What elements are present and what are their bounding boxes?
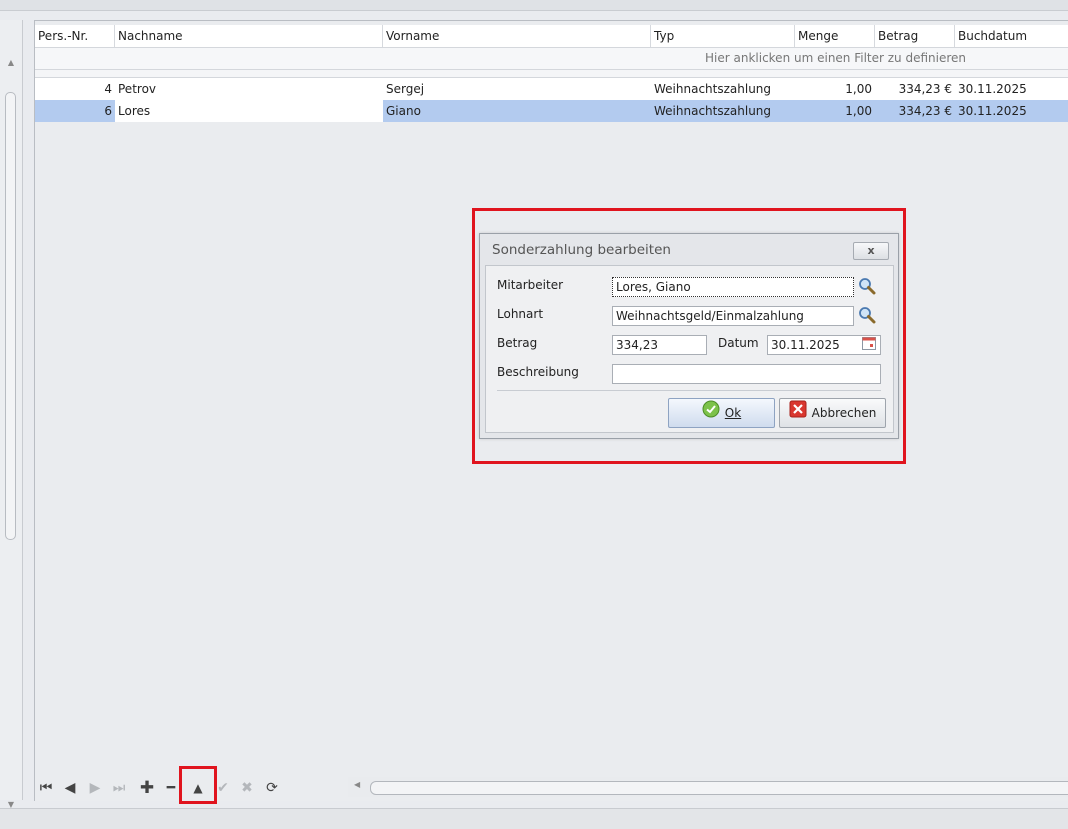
cell-persnr: 4 — [104, 82, 112, 96]
new-row-placeholder[interactable] — [35, 70, 1068, 78]
cell-buchdatum: 30.11.2025 — [958, 82, 1027, 96]
first-icon[interactable]: ⏮ — [37, 779, 55, 797]
column-header-typ[interactable]: Typ — [651, 25, 795, 47]
column-header-nachname[interactable]: Nachname — [115, 25, 383, 47]
insert-icon[interactable]: ✚ — [138, 779, 156, 797]
column-header-vorname[interactable]: Vorname — [383, 25, 651, 47]
horizontal-scrollbar[interactable]: ◀ — [348, 777, 1068, 797]
cell-menge: 1,00 — [845, 104, 872, 118]
cell-persnr: 6 — [104, 104, 112, 118]
scroll-left-icon[interactable]: ◀ — [354, 780, 360, 789]
cell-betrag: 334,23 € — [898, 82, 952, 96]
column-header-persnr[interactable]: Pers.-Nr. — [35, 25, 115, 47]
record-navigator: ⏮ ◀ ▶ ⏭ ✚ ━ ▲ ✔ ✖ ⟳ — [37, 776, 287, 798]
filter-row[interactable]: Hier anklicken um einen Filter zu defini… — [35, 48, 1068, 70]
table-row-selected[interactable]: 6 Lores Giano Weihnachtszahlung 1,00 334… — [35, 100, 1068, 122]
prior-icon[interactable]: ◀ — [61, 779, 79, 797]
navigator-highlight-frame — [179, 766, 217, 804]
column-header-betrag[interactable]: Betrag — [875, 25, 955, 47]
vertical-scrollbar-thumb[interactable] — [5, 92, 16, 540]
cell-menge: 1,00 — [845, 82, 872, 96]
column-header-menge[interactable]: Menge — [795, 25, 875, 47]
cell-nachname: Lores — [115, 100, 383, 122]
scroll-up-icon[interactable]: ▲ — [2, 56, 20, 70]
column-header-buchdatum[interactable]: Buchdatum — [955, 25, 1068, 47]
cell-vorname: Sergej — [386, 82, 425, 96]
cell-vorname: Giano — [386, 104, 421, 118]
cell-nachname: Petrov — [118, 82, 157, 96]
cell-buchdatum: 30.11.2025 — [958, 104, 1027, 118]
cancel-icon[interactable]: ✖ — [238, 779, 256, 797]
delete-icon[interactable]: ━ — [162, 779, 180, 797]
grid-header: Pers.-Nr. Nachname Vorname Typ Menge Bet… — [35, 25, 1068, 48]
refresh-icon[interactable]: ⟳ — [263, 779, 281, 797]
left-scroll-panel: ▲ ▼ — [0, 20, 23, 809]
filter-hint: Hier anklicken um einen Filter zu defini… — [705, 51, 967, 65]
last-icon[interactable]: ⏭ — [110, 779, 128, 797]
next-icon[interactable]: ▶ — [86, 779, 104, 797]
table-row[interactable]: 4 Petrov Sergej Weihnachtszahlung 1,00 3… — [35, 78, 1068, 101]
horizontal-scrollbar-thumb[interactable] — [370, 781, 1068, 795]
cell-typ: Weihnachtszahlung — [654, 104, 772, 118]
cell-typ: Weihnachtszahlung — [654, 82, 772, 96]
cell-betrag: 334,23 € — [898, 104, 952, 118]
status-bar — [0, 808, 1068, 829]
top-toolbar — [0, 0, 1068, 11]
dialog-highlight-frame — [472, 208, 906, 464]
